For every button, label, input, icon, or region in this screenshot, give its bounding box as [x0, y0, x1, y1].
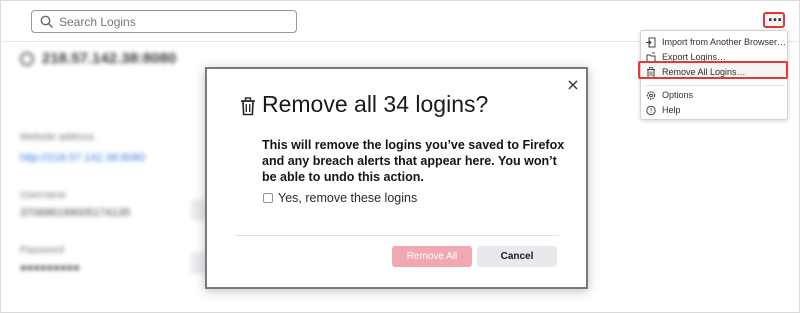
dialog-title: Remove all 34 logins?	[262, 91, 489, 117]
cancel-button[interactable]: Cancel	[477, 246, 557, 267]
remove-all-button[interactable]: Remove All	[392, 246, 472, 267]
remove-logins-dialog: × Remove all 34 logins? This will remove…	[205, 67, 588, 289]
confirm-checkbox[interactable]	[263, 193, 273, 203]
confirm-checkbox-label: Yes, remove these logins	[278, 191, 418, 205]
close-button[interactable]: ×	[566, 77, 580, 93]
trash-icon	[241, 97, 255, 116]
dialog-separator	[235, 235, 559, 236]
confirm-checkbox-row[interactable]: Yes, remove these logins	[263, 191, 417, 205]
dialog-message: This will remove the logins you’ve saved…	[262, 138, 565, 184]
